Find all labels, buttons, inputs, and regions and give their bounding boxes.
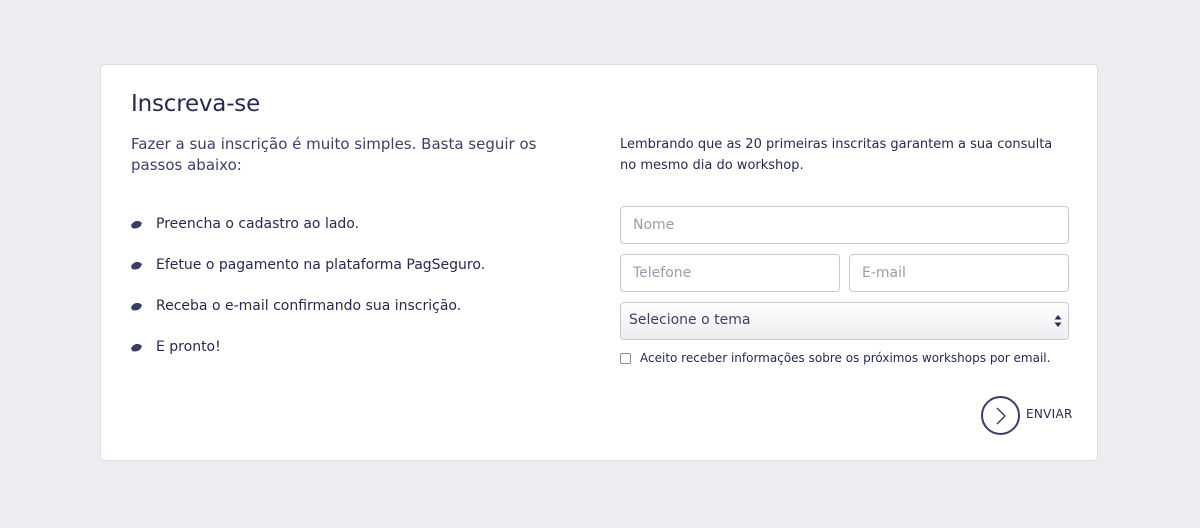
submit-button[interactable]: ENVIAR [981,396,1073,435]
consent-checkbox[interactable] [620,353,631,364]
bullet-icon [131,302,142,311]
step-label: Preencha o cadastro ao lado. [156,216,360,232]
select-arrows-icon [1054,315,1062,327]
consent-row: Aceito receber informações sobre os próx… [620,351,1070,367]
name-field[interactable] [620,206,1069,244]
email-field[interactable] [849,254,1069,292]
bullet-icon [131,343,142,352]
theme-select-value: Selecione o tema [629,312,751,328]
consent-label[interactable]: Aceito receber informações sobre os próx… [640,351,1050,365]
phone-field[interactable] [620,254,840,292]
signup-card: Inscreva-se Fazer a sua inscrição é muit… [100,64,1098,461]
intro-text: Fazer a sua inscrição é muito simples. B… [131,135,537,174]
theme-select[interactable]: Selecione o tema [620,302,1069,340]
step-label: E pronto! [156,339,221,355]
page-title: Inscreva-se [131,91,261,117]
bullet-icon [131,220,142,229]
submit-circle [981,396,1020,435]
step-label: Receba o e-mail confirmando sua inscriçã… [156,298,462,314]
step-label: Efetue o pagamento na plataforma PagSegu… [156,257,486,273]
submit-label: ENVIAR [1026,407,1073,421]
bullet-icon [131,261,142,270]
note-text: Lembrando que as 20 primeiras inscritas … [620,137,1053,173]
chevron-right-icon [996,407,1006,425]
